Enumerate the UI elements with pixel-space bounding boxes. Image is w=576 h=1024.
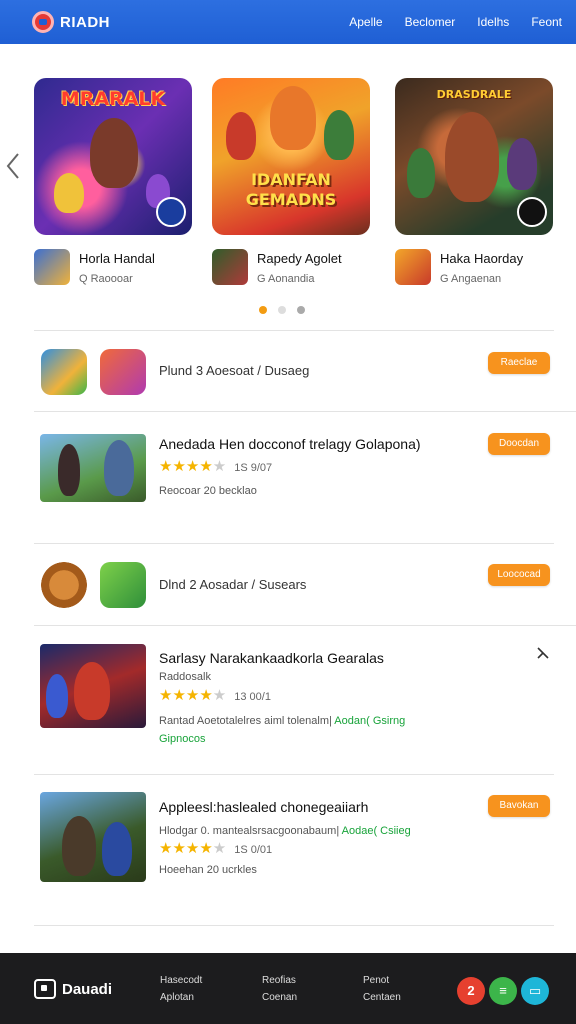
carousel-card[interactable]: MRARALK Horla Handal Q Raoooar	[34, 78, 194, 285]
menu-icon[interactable]: ≡	[489, 977, 517, 1005]
game-subtitle: Hoeehan 20 ucrkles	[159, 864, 257, 876]
get-button[interactable]: Loococad	[488, 564, 550, 586]
app-name[interactable]: Rapedy Agolet	[257, 251, 342, 266]
artwork-title: DRASDRALE	[436, 88, 512, 101]
game-artwork[interactable]: IDANFAN GEMADNS	[212, 78, 370, 235]
footer-link[interactable]: Hasecodt	[160, 972, 202, 989]
carousel-dot[interactable]	[259, 306, 267, 314]
app-icon[interactable]	[212, 249, 248, 285]
footer: Dauadi Hasecodt Aplotan Reofias Coenan P…	[0, 953, 576, 1024]
game-title[interactable]: Appleesl:haslealed chonegeaiiarh	[159, 799, 368, 815]
nav-item-1[interactable]: Apelle	[349, 15, 382, 29]
app-icon[interactable]	[395, 249, 431, 285]
rating-badge-icon	[156, 197, 186, 227]
list-item[interactable]: Plund 3 Aoesoat / Dusaeg Raeclae	[0, 331, 576, 411]
nav-item-3[interactable]: Idelhs	[477, 15, 509, 29]
app-name[interactable]: Horla Handal	[79, 251, 155, 266]
footer-logo[interactable]: Dauadi	[34, 979, 112, 999]
carousel-dot[interactable]	[278, 306, 286, 314]
game-developer: Raddosalk	[159, 671, 211, 683]
row-label: Dlnd 2 Aosadar / Susears	[159, 577, 307, 592]
card-meta: Haka Haorday G Angaenan	[395, 249, 555, 285]
app-publisher: Q Raoooar	[79, 273, 133, 285]
app-icon[interactable]	[100, 349, 146, 395]
artwork-title: MRARALK	[60, 88, 166, 110]
carousel-card[interactable]: IDANFAN GEMADNS Rapedy Agolet G Aonandia	[212, 78, 372, 285]
logo-text[interactable]: RIADH	[60, 14, 110, 31]
app-icon[interactable]	[41, 562, 87, 608]
close-icon[interactable]	[537, 646, 549, 663]
footer-links-col-2: Reofias Coenan	[262, 972, 297, 1006]
logo-icon[interactable]	[32, 11, 54, 33]
game-artwork[interactable]: MRARALK	[34, 78, 192, 235]
game-thumbnail[interactable]	[40, 644, 146, 728]
top-nav: Apelle Beclomer Idelhs Feont	[349, 15, 562, 29]
rating-count: 1S 9/07	[234, 462, 273, 474]
rating-count: 13 00/1	[234, 691, 271, 703]
get-button[interactable]: Doocdan	[488, 433, 550, 455]
game-thumbnail[interactable]	[40, 792, 146, 882]
nav-item-4[interactable]: Feont	[531, 15, 562, 29]
game-title[interactable]: Anedada Hen docconof trelagy Golapona)	[159, 436, 421, 452]
star-rating: ★★★★★ 1S 0/01	[159, 840, 273, 857]
star-rating: ★★★★★ 1S 9/07	[159, 458, 273, 475]
footer-links-col-3: Penot Centaen	[363, 972, 401, 1006]
list-item[interactable]: Anedada Hen docconof trelagy Golapona) ★…	[0, 412, 576, 542]
footer-link[interactable]: Coenan	[262, 989, 297, 1006]
notification-badge[interactable]: 2	[457, 977, 485, 1005]
list-item[interactable]: Sarlasy Narakankaadkorla Gearalas Raddos…	[0, 626, 576, 774]
divider	[34, 925, 554, 926]
carousel-card[interactable]: DRASDRALE Haka Haorday G Angaenan	[395, 78, 555, 285]
game-thumbnail[interactable]	[40, 434, 146, 502]
list-item[interactable]: Appleesl:haslealed chonegeaiiarh Hlodgar…	[0, 775, 576, 925]
logo-icon	[34, 979, 56, 999]
game-tags: Rantad Aoetotalelres aiml tolenalm| Aoda…	[159, 712, 439, 748]
footer-links-col-1: Hasecodt Aplotan	[160, 972, 202, 1006]
tag-text: Rantad Aoetotalelres aiml tolenalm|	[159, 715, 332, 727]
row-label: Plund 3 Aoesoat / Dusaeg	[159, 363, 310, 378]
app-publisher: G Aonandia	[257, 273, 315, 285]
top-header: RIADH Apelle Beclomer Idelhs Feont	[0, 0, 576, 44]
footer-logo-text: Dauadi	[62, 980, 113, 998]
footer-link[interactable]: Penot	[363, 972, 401, 989]
developer-link[interactable]: Aodae( Csiieg	[342, 825, 411, 837]
card-meta: Rapedy Agolet G Aonandia	[212, 249, 372, 285]
app-icon[interactable]	[34, 249, 70, 285]
chevron-left-icon[interactable]	[6, 152, 22, 180]
get-button[interactable]: Raeclae	[488, 352, 550, 374]
app-icon[interactable]	[100, 562, 146, 608]
game-title[interactable]: Sarlasy Narakankaadkorla Gearalas	[159, 650, 384, 666]
developer-text: Hlodgar 0. mantealsrsacgoonabaum|	[159, 825, 340, 837]
list-item[interactable]: Dlnd 2 Aosadar / Susears Loococad	[0, 544, 576, 624]
featured-carousel: MRARALK Horla Handal Q Raoooar IDANFAN G…	[0, 78, 576, 288]
app-name[interactable]: Haka Haorday	[440, 251, 523, 266]
app-publisher: G Angaenan	[440, 273, 502, 285]
nav-item-2[interactable]: Beclomer	[405, 15, 456, 29]
game-developer: Hlodgar 0. mantealsrsacgoonabaum| Aodae(…	[159, 825, 411, 837]
chat-icon[interactable]: ▭	[521, 977, 549, 1005]
star-rating: ★★★★★ 13 00/1	[159, 687, 271, 704]
footer-link[interactable]: Centaen	[363, 989, 401, 1006]
rating-badge-icon	[517, 197, 547, 227]
carousel-dots	[259, 306, 305, 314]
rating-count: 1S 0/01	[234, 844, 273, 856]
card-meta: Horla Handal Q Raoooar	[34, 249, 194, 285]
game-subtitle: Reocoar 20 becklao	[159, 485, 257, 497]
app-icon[interactable]	[41, 349, 87, 395]
footer-link[interactable]: Reofias	[262, 972, 297, 989]
get-button[interactable]: Bavokan	[488, 795, 550, 817]
carousel-dot[interactable]	[297, 306, 305, 314]
game-artwork[interactable]: DRASDRALE	[395, 78, 553, 235]
artwork-title: IDANFAN GEMADNS	[245, 170, 337, 209]
footer-link[interactable]: Aplotan	[160, 989, 202, 1006]
